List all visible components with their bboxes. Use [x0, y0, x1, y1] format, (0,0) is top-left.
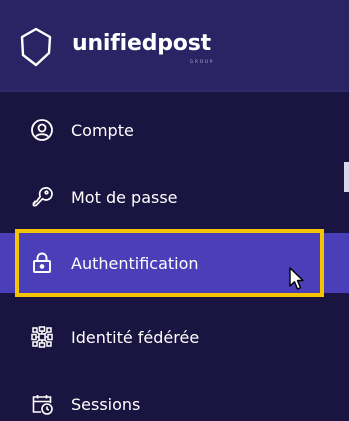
user-circle-icon	[30, 118, 54, 142]
lock-icon	[30, 251, 54, 275]
sidebar-menu: Compte Mot de passe Authentification Ide…	[0, 92, 349, 421]
calendar-clock-icon	[30, 392, 54, 416]
scrollbar-thumb[interactable]	[344, 162, 349, 192]
mouse-cursor-icon	[289, 267, 304, 290]
logo-icon	[20, 27, 52, 67]
sidebar-item-sessions[interactable]: Sessions	[0, 374, 349, 421]
sidebar-item-label: Authentification	[71, 253, 199, 273]
sidebar-item-mot-de-passe[interactable]: Mot de passe	[0, 167, 349, 227]
sidebar-item-identite-federee[interactable]: Identité fédérée	[0, 307, 349, 367]
sidebar-item-label: Identité fédérée	[71, 327, 200, 347]
brand-name: unifiedpost	[72, 31, 211, 56]
brand-subtitle: GROUP	[190, 59, 215, 64]
app-header: unifiedpost GROUP	[0, 0, 349, 90]
network-icon	[30, 325, 54, 349]
key-icon	[30, 185, 54, 209]
sidebar-item-label: Sessions	[71, 394, 141, 414]
sidebar-item-label: Mot de passe	[71, 187, 178, 207]
sidebar-item-label: Compte	[71, 120, 134, 140]
sidebar-item-compte[interactable]: Compte	[0, 100, 349, 160]
